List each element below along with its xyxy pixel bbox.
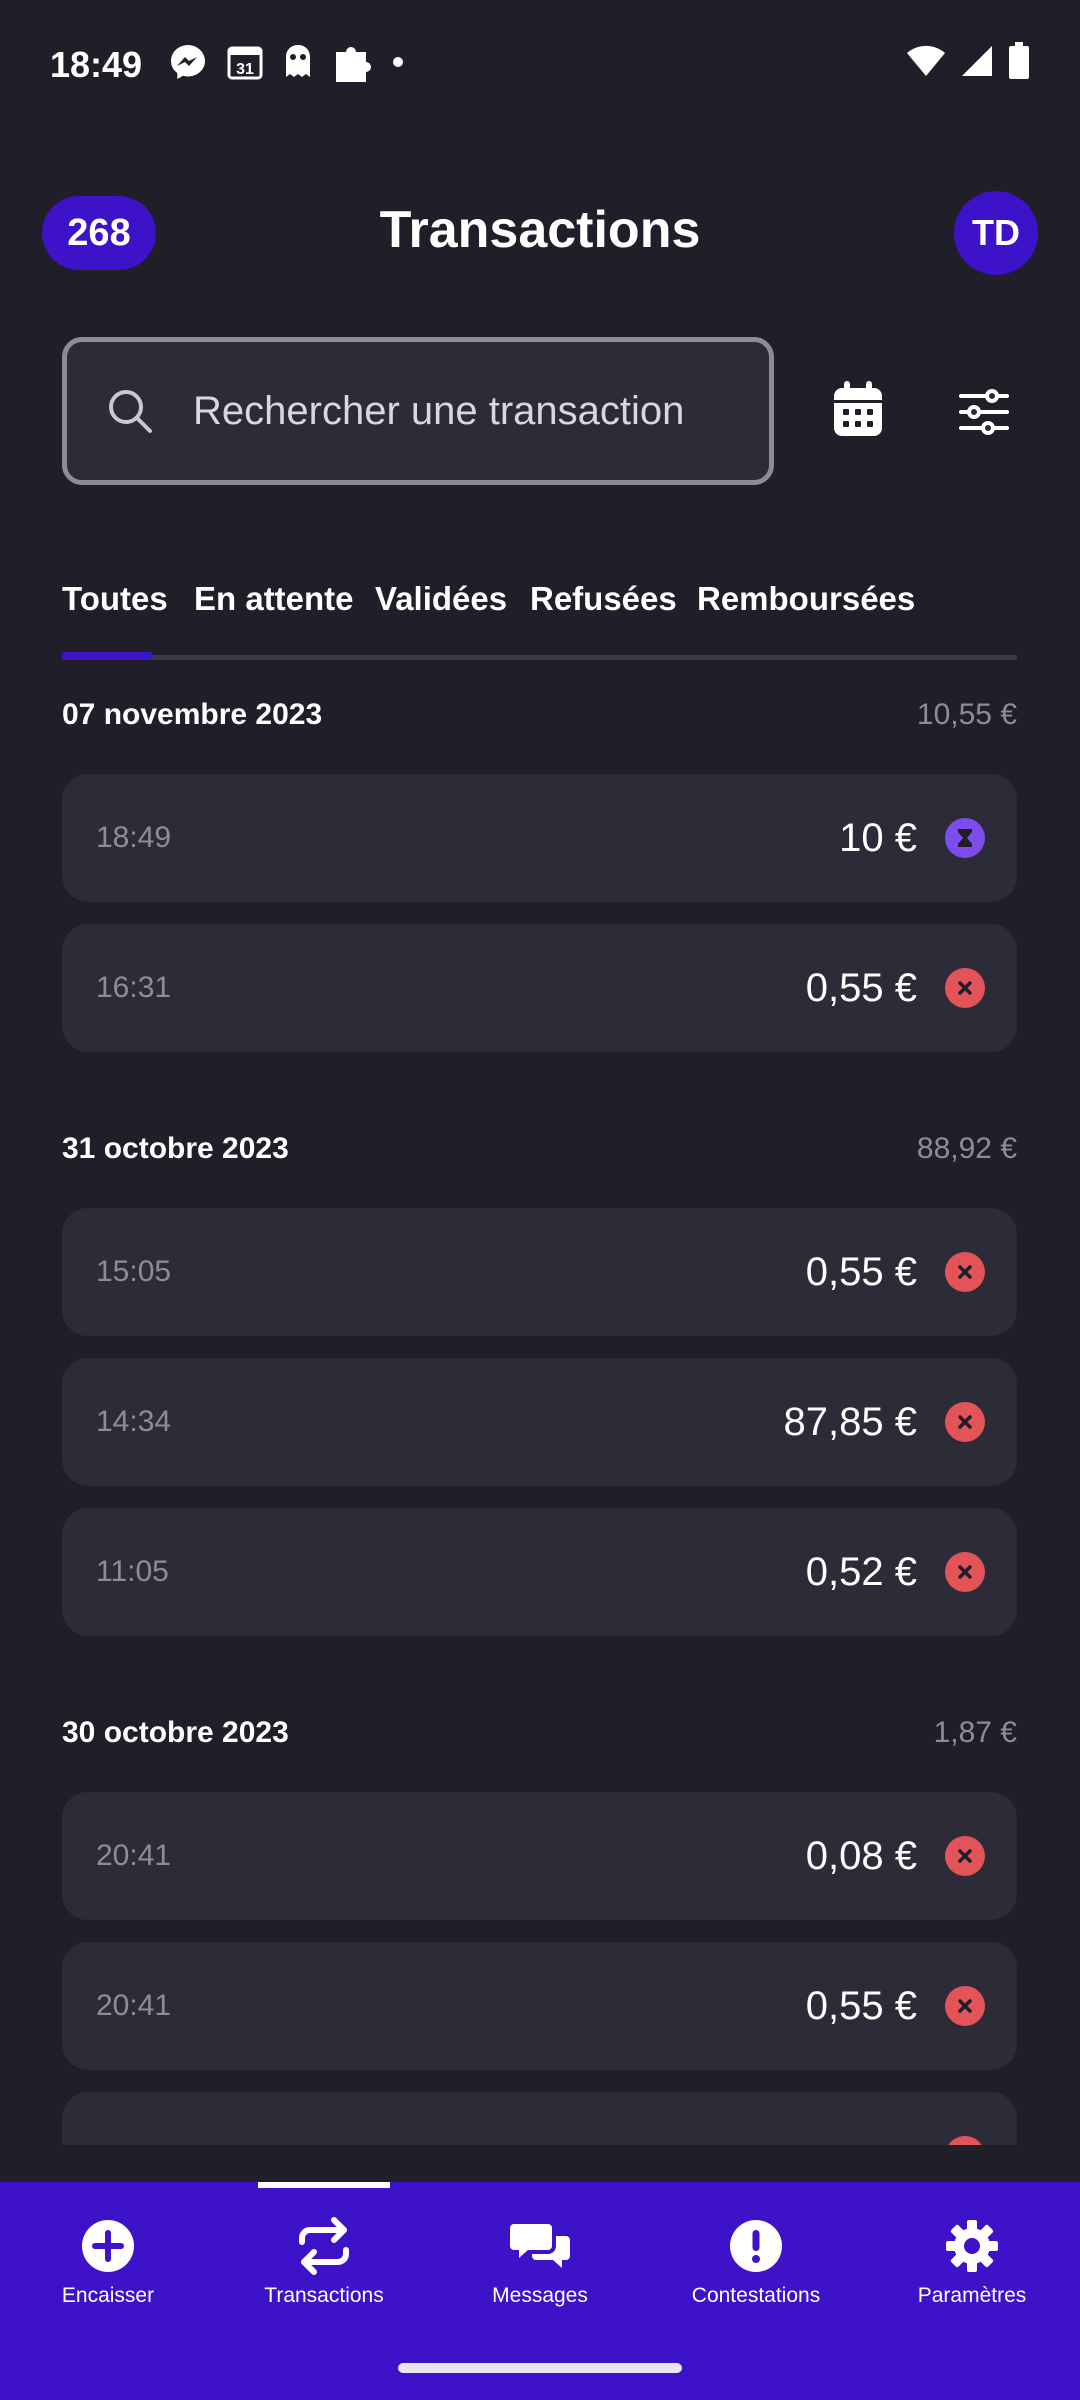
status-tabs: Toutes En attente Validées Refusées Remb…	[62, 580, 1017, 660]
tab-en-attente[interactable]: En attente	[194, 580, 354, 618]
avatar[interactable]: TD	[954, 191, 1038, 275]
transaction-row[interactable]	[62, 2092, 1017, 2145]
group-total: 88,92 €	[916, 1132, 1017, 1165]
transaction-row[interactable]: 20:41 0,55 €	[62, 1942, 1017, 2070]
transaction-time: 11:05	[96, 1555, 169, 1588]
tab-toutes[interactable]: Toutes	[62, 580, 168, 618]
refused-status-icon	[945, 1986, 985, 2026]
group-total: 1,87 €	[933, 1716, 1017, 1749]
transaction-amount: 0,08 €	[805, 1834, 917, 1878]
nav-label: Contestations	[691, 2284, 821, 2307]
date-group-header: 31 octobre 2023 88,92 €	[62, 1132, 1017, 1166]
puzzle-icon	[336, 47, 371, 82]
chat-bubbles-icon	[510, 2224, 570, 2268]
group-total: 10,55 €	[916, 698, 1017, 731]
nav-label: Encaisser	[61, 2284, 155, 2307]
active-tab-indicator	[62, 652, 152, 660]
transaction-amount: 0,52 €	[805, 1550, 917, 1594]
battery-icon	[1009, 42, 1029, 79]
transaction-row[interactable]: 15:05 0,55 €	[62, 1208, 1017, 1336]
transaction-row[interactable]: 14:34 87,85 €	[62, 1358, 1017, 1486]
home-indicator[interactable]	[398, 2363, 682, 2373]
transaction-row[interactable]: 16:31 0,55 €	[62, 924, 1017, 1052]
wifi-icon	[907, 45, 945, 76]
page-title: Transactions	[379, 201, 701, 259]
transaction-row[interactable]: 20:41 0,08 €	[62, 1792, 1017, 1920]
refused-status-icon	[945, 968, 985, 1008]
swap-arrows-icon	[299, 2217, 349, 2275]
refused-status-icon	[945, 2136, 985, 2145]
signal-icon	[962, 46, 992, 76]
ghost-icon	[286, 45, 310, 77]
refused-status-icon	[945, 1252, 985, 1292]
transaction-amount: 0,55 €	[805, 1250, 917, 1294]
transaction-row[interactable]: 11:05 0,52 €	[62, 1508, 1017, 1636]
transaction-time: 18:49	[96, 821, 172, 854]
date-group-header: 07 novembre 2023 10,55 €	[62, 698, 1017, 732]
transaction-amount: 0,55 €	[805, 966, 917, 1010]
svg-text:31: 31	[236, 61, 254, 78]
group-date: 31 octobre 2023	[62, 1132, 289, 1165]
status-bar: 18:49 31	[0, 0, 1080, 130]
search-icon	[109, 390, 152, 433]
nav-label: Paramètres	[917, 2284, 1027, 2307]
tab-refusees[interactable]: Refusées	[530, 580, 677, 618]
nav-parametres[interactable]: Paramètres	[864, 2182, 1080, 2382]
refused-status-icon	[945, 1836, 985, 1876]
nav-label: Messages	[492, 2284, 588, 2307]
transaction-amount: 0,55 €	[805, 1984, 917, 2028]
refused-status-icon	[945, 1552, 985, 1592]
status-time: 18:49	[50, 44, 143, 85]
system-icons	[906, 42, 1030, 80]
nav-label: Transactions	[264, 2284, 384, 2307]
gear-icon	[946, 2220, 998, 2272]
plus-circle-icon	[82, 2220, 134, 2272]
group-date: 30 octobre 2023	[62, 1716, 289, 1749]
transaction-time: 16:31	[96, 971, 172, 1004]
transaction-time: 20:41	[96, 1989, 172, 2022]
messenger-icon	[171, 45, 205, 79]
notification-icons: 31	[168, 40, 404, 84]
transaction-amount: 10 €	[839, 816, 917, 860]
tab-remboursees[interactable]: Remboursées	[697, 580, 915, 618]
exclamation-circle-icon	[730, 2220, 782, 2272]
transaction-amount: 87,85 €	[783, 1400, 917, 1444]
transaction-time: 20:41	[96, 1839, 172, 1872]
transaction-row[interactable]: 18:49 10 €	[62, 774, 1017, 902]
transaction-list[interactable]: 07 novembre 2023 10,55 € 18:49 10 € 16:3…	[0, 690, 1080, 2145]
transaction-time: 14:34	[96, 1405, 172, 1438]
nav-messages[interactable]: Messages	[432, 2182, 648, 2382]
nav-encaisser[interactable]: Encaisser	[0, 2182, 216, 2382]
refused-status-icon	[945, 1402, 985, 1442]
dot-icon	[393, 57, 403, 67]
pending-status-icon	[945, 818, 985, 858]
tab-validees[interactable]: Validées	[375, 580, 507, 618]
group-date: 07 novembre 2023	[62, 698, 323, 731]
search-input[interactable]	[193, 388, 753, 434]
calendar-icon[interactable]	[830, 380, 886, 440]
date-group-header: 30 octobre 2023 1,87 €	[62, 1716, 1017, 1750]
nav-transactions[interactable]: Transactions	[216, 2182, 432, 2382]
filter-sliders-icon[interactable]	[958, 388, 1010, 436]
calendar-31-icon: 31	[227, 46, 263, 80]
search-box[interactable]	[62, 337, 774, 485]
nav-contestations[interactable]: Contestations	[648, 2182, 864, 2382]
transaction-time: 15:05	[96, 1255, 172, 1288]
